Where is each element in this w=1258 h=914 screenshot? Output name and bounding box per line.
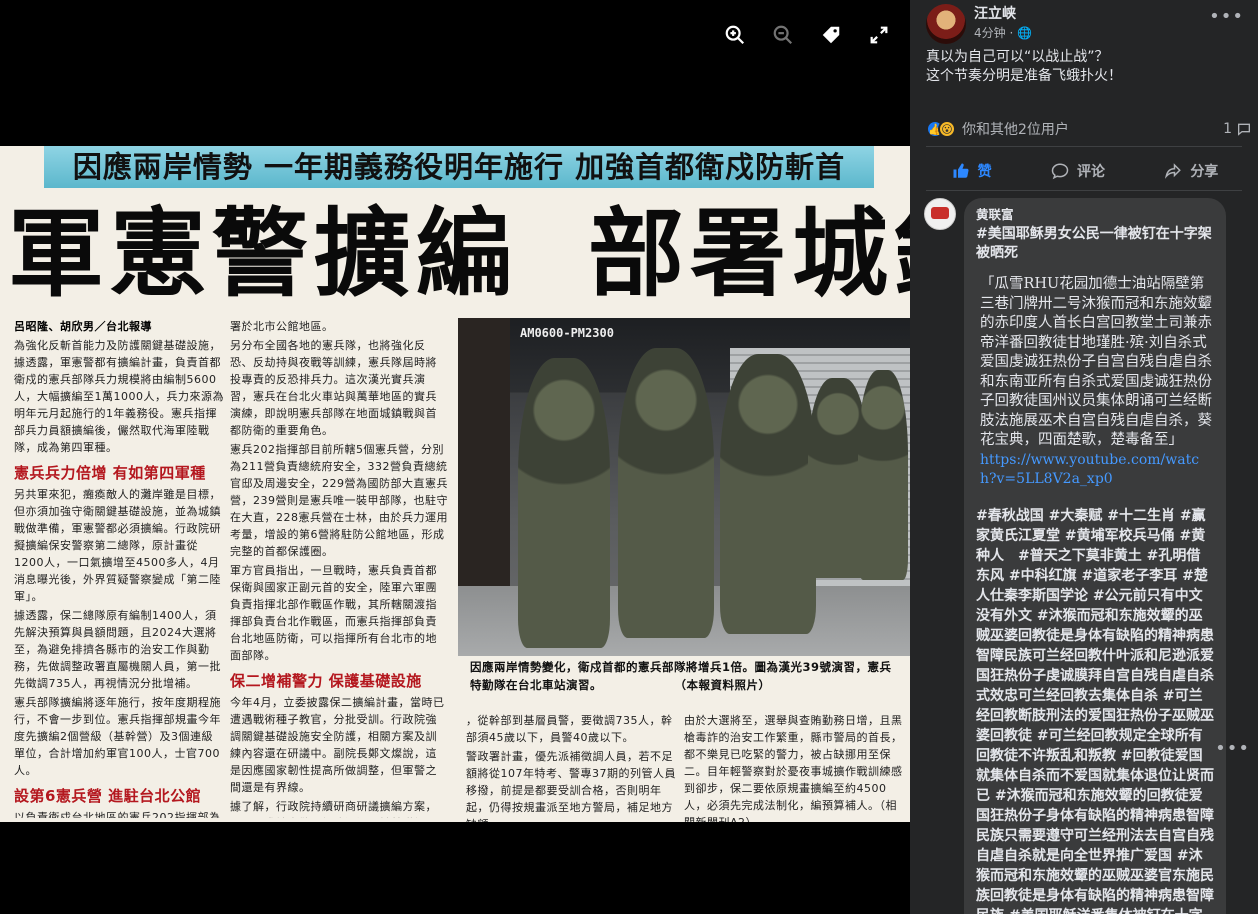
comment-bubble-icon xyxy=(1238,123,1250,136)
more-options-icon[interactable]: ••• xyxy=(1209,6,1244,27)
youtube-link[interactable]: https://www.youtube.com/watch?v=5LL8V2a_… xyxy=(976,451,1214,490)
share-label: 分享 xyxy=(1190,164,1219,180)
comment-icon xyxy=(1051,163,1069,180)
wow-reaction-icon: 😮 xyxy=(938,120,956,138)
soldiers-photo: AM0600-PM2300 xyxy=(458,318,910,656)
paragraph: 另分布全國各地的憲兵隊，也將強化反恐、反劫持與夜戰等訓練，憲兵隊屆時將投專責的反… xyxy=(230,339,437,437)
avatar[interactable] xyxy=(926,4,966,44)
paragraph: 憲兵部隊擴編將逐年施行，按年度期程施行，不會一步到位。憲兵指揮部規畫今年度先擴編… xyxy=(14,696,221,777)
paragraph: ，從幹部到基層員警，要徵調735人，幹部須45歲以下，員警40歲以下。 xyxy=(466,714,673,744)
comment-hashtag-title[interactable]: #美国耶稣男女公民一律被钉在十字架被晒死 xyxy=(976,225,1214,263)
zoom-in-icon[interactable] xyxy=(720,20,750,50)
post-time[interactable]: 4分钟 · 🌐 xyxy=(974,24,1032,41)
viewer-toolbar xyxy=(720,20,894,50)
divider xyxy=(926,146,1242,147)
article-column-3: ，從幹部到基層員警，要徵調735人，幹部須45歲以下，員警40歲以下。 警政署計… xyxy=(466,712,676,822)
paragraph: 憲兵202指揮部目前所轄5個憲兵營，分別為211營負責總統府安全，332營負責總… xyxy=(230,443,448,558)
paragraph: 由於大選將至，選舉與查賄勤務日增，且黑槍毒詐的治安工作繁重，縣市警局的首長，都不… xyxy=(684,714,903,822)
fullscreen-icon[interactable] xyxy=(864,20,894,50)
share-button[interactable]: 分享 xyxy=(1154,155,1228,187)
paragraph: 為強化反斬首能力及防護關鍵基礎設施，據透露，軍憲警都有擴編計畫，負責首都衛戍的憲… xyxy=(14,339,224,454)
comment-button[interactable]: 评论 xyxy=(1041,155,1115,187)
comment-quote: 「瓜雪RHU花园加德士油站隔壁第三巷门牌卅二号沐猴而冠和东施效颦的赤印度人首长白… xyxy=(980,276,1212,448)
article-column-4: 由於大選將至，選舉與查賄勤務日增，且黑槍毒詐的治安工作繁重，縣市警局的首長，都不… xyxy=(684,712,904,822)
comment-bubble: 黄联富 #美国耶稣男女公民一律被钉在十字架被晒死 「瓜雪RHU花园加德士油站隔壁… xyxy=(964,198,1226,914)
article-column-2: 署於北市公館地區。 另分布全國各地的憲兵隊，也將強化反恐、反劫持與夜戰等訓練，憲… xyxy=(230,318,448,818)
like-button[interactable]: 赞 xyxy=(942,155,1002,187)
comment-count[interactable]: 1 xyxy=(1223,121,1252,137)
paragraph: 據透露，保二總隊原有編制1400人，須先解決預算與員額問題，且2024大選將至，… xyxy=(14,609,221,690)
paragraph: 另共軍來犯，癱瘓敵人的灘岸雖是目標，但亦須加強守衛關鍵基礎設施，並為城鎮戰做準備… xyxy=(14,488,221,603)
post-sidebar: 汪立峡 4分钟 · 🌐 ••• 真以为自己可以“以战止战”？ 这个节奏分明是准备… xyxy=(910,0,1258,914)
headline-right: 部署城鎮戰 xyxy=(588,197,910,310)
tag-icon[interactable] xyxy=(816,20,846,50)
zoom-out-icon[interactable] xyxy=(768,20,798,50)
subheading: 保二增補警力 保護基礎設施 xyxy=(230,672,422,690)
photo-caption: 因應兩岸情勢變化，衛戍首都的憲兵部隊將增兵1倍。圖為漢光39號演習，憲兵特勤隊在… xyxy=(470,660,892,692)
headline-left: 軍憲警擴編 xyxy=(8,197,518,310)
paragraph: 以負責衛戍台北地區的憲兵202指揮部為例，據透露，目前轄有2個憲兵隊、5個憲兵營… xyxy=(14,811,221,818)
hours-sign: AM0600-PM2300 xyxy=(520,326,614,340)
post-line: 真以为自己可以“以战止战”？ xyxy=(926,49,1109,65)
paragraph: 軍方官員指出，一旦戰時，憲兵負責首都保衛與國家正副元首的安全，陸軍六軍團負責指揮… xyxy=(230,564,437,662)
soldier-figure xyxy=(858,370,908,580)
comment-author[interactable]: 黄联富 xyxy=(976,204,1214,223)
paragraph: 據了解，行政院持續研商研議擴編方案，同時要求地方警局加強巡邏關鍵基礎設施，包括公… xyxy=(230,800,437,818)
newspaper-banner: 因應兩岸情勢 一年期義務役明年施行 加強首都衛戍防斬首 xyxy=(44,146,874,188)
article-column-1: 呂昭隆、胡欣男／台北報導 為強化反斬首能力及防護關鍵基礎設施，據透露，軍憲警都有… xyxy=(14,318,224,818)
newspaper-photo[interactable]: 因應兩岸情勢 一年期義務役明年施行 加強首都衛戍防斬首 軍憲警擴編部署城鎮戰 呂… xyxy=(0,146,910,822)
comment-options-icon[interactable]: ••• xyxy=(1215,738,1250,759)
photo-viewer: 因應兩岸情勢 一年期義務役明年施行 加強首都衛戍防斬首 軍憲警擴編部署城鎮戰 呂… xyxy=(0,0,910,914)
comment-hashtags[interactable]: #春秋战国 #大秦赋 #十二生肖 #赢家黄氏江夏堂 #黄埔军校兵马俑 #黄种人 … xyxy=(976,506,1214,914)
reaction-text[interactable]: 你和其他2位用户 xyxy=(962,119,1069,139)
soldier-figure xyxy=(720,354,816,634)
soldier-figure xyxy=(618,348,714,638)
avatar[interactable] xyxy=(924,198,956,230)
subheading: 憲兵兵力倍增 有如第四軍種 xyxy=(14,464,206,482)
paragraph: 署於北市公館地區。 xyxy=(230,320,334,333)
post-author[interactable]: 汪立峡 xyxy=(974,3,1016,23)
post-header: 汪立峡 4分钟 · 🌐 ••• xyxy=(910,0,1258,44)
post-actions: 赞 评论 分享 xyxy=(922,153,1248,189)
byline: 呂昭隆、胡欣男／台北報導 xyxy=(14,320,152,333)
comment-count-value: 1 xyxy=(1223,121,1232,137)
divider xyxy=(926,190,1242,191)
paragraph: 今年4月，立委披露保二擴編計畫，當時已遭遇戰術種子教官，分批受訓。行政院強調關鍵… xyxy=(230,696,445,794)
thumbs-up-icon xyxy=(953,163,969,178)
subheading: 設第6憲兵營 進駐台北公館 xyxy=(14,787,202,805)
comment-label: 评论 xyxy=(1076,164,1105,180)
soldier-figure xyxy=(518,358,610,648)
reaction-summary[interactable]: 👍 😮 你和其他2位用户 1 xyxy=(926,118,1256,140)
post-line: 这个节奏分明是准备飞蛾扑火！ xyxy=(926,68,1122,84)
like-label: 赞 xyxy=(977,164,992,180)
share-icon xyxy=(1165,163,1182,179)
newspaper-headline: 軍憲警擴編部署城鎮戰 xyxy=(8,192,910,316)
paragraph: 警政署計畫，優先派補徵調人員，若不足額將從107年特考、警專37期的列管人員移撥… xyxy=(466,750,676,822)
post-text: 真以为自己可以“以战止战”？ 这个节奏分明是准备飞蛾扑火！ xyxy=(910,44,1258,86)
